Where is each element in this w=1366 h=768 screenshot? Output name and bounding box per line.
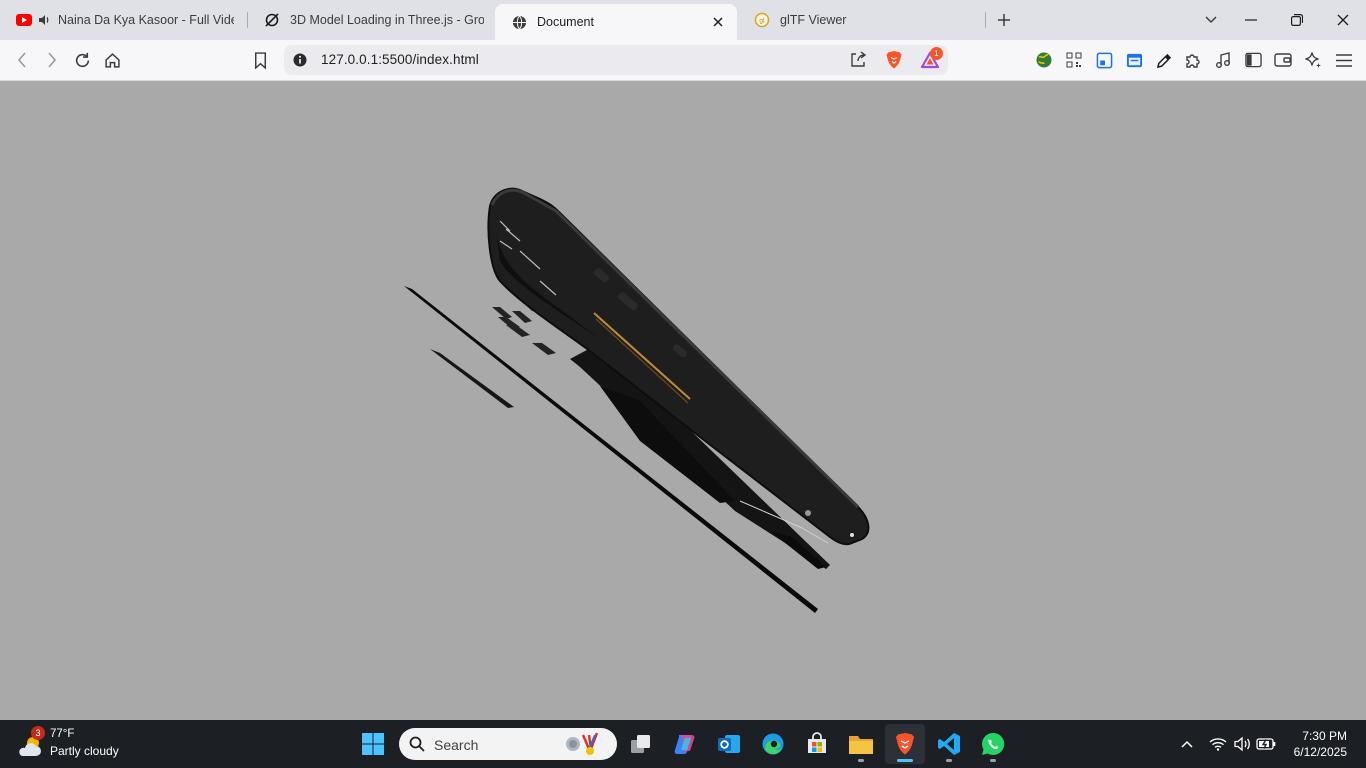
windows-taskbar: 3 77°F Partly cloudy Search 7:30 PM 6/12… — [0, 720, 1366, 768]
extension-window-icon[interactable] — [1120, 46, 1148, 74]
brave-icon — [896, 733, 914, 755]
grok-icon — [264, 12, 280, 28]
wallet-icon[interactable] — [1269, 46, 1297, 74]
tab-title: 3D Model Loading in Three.js - Grok — [290, 13, 484, 27]
back-button[interactable] — [8, 46, 36, 74]
whatsapp-button[interactable] — [973, 724, 1013, 764]
outlook-button[interactable] — [709, 724, 749, 764]
weather-temperature: 77°F — [50, 728, 75, 740]
weather-widget[interactable]: 3 77°F Partly cloudy — [14, 726, 144, 762]
edge-icon — [762, 733, 784, 755]
home-button[interactable] — [98, 46, 126, 74]
menu-hamburger-icon[interactable] — [1330, 46, 1358, 74]
vscode-icon — [938, 733, 960, 755]
active-indicator — [897, 759, 913, 762]
tab-title: Document — [537, 15, 594, 29]
volume-icon[interactable] — [1230, 732, 1254, 756]
tab-youtube[interactable]: Naina Da Kya Kasoor - Full Video — [0, 0, 246, 40]
task-view-icon — [631, 735, 650, 753]
close-tab-icon[interactable] — [709, 13, 727, 31]
qr-code-icon[interactable] — [1060, 46, 1088, 74]
youtube-icon — [16, 12, 32, 28]
weather-badge: 3 — [31, 726, 45, 740]
microsoft-store-icon — [808, 732, 826, 753]
show-hidden-icons-chevron-up-icon[interactable] — [1175, 732, 1199, 756]
site-info-icon[interactable] — [293, 53, 307, 70]
threejs-canvas[interactable] — [0, 81, 1366, 720]
brave-rewards-icon[interactable]: 1 — [920, 47, 943, 73]
rewards-badge: 1 — [930, 47, 943, 60]
eyedropper-icon[interactable] — [1150, 46, 1178, 74]
close-window-button[interactable] — [1320, 0, 1366, 40]
exploded-phone-model — [404, 187, 870, 613]
globe-icon — [511, 14, 527, 30]
microsoft-store-button[interactable] — [797, 724, 837, 764]
vscode-button[interactable] — [929, 724, 969, 764]
clock-date: 6/12/2025 — [1293, 745, 1347, 759]
tab-document[interactable]: Document — [495, 4, 737, 40]
brave-browser-button[interactable] — [885, 724, 925, 764]
minimize-button[interactable] — [1228, 0, 1274, 40]
gltf-icon: gl — [754, 12, 770, 28]
tab-grok[interactable]: 3D Model Loading in Three.js - Grok — [248, 0, 494, 40]
copilot-icon — [674, 735, 695, 754]
model-port — [805, 510, 811, 516]
address-bar[interactable]: 127.0.0.1:5500/index.html 1 — [284, 45, 948, 75]
windows-logo-icon — [362, 733, 384, 755]
search-highlight-icon — [563, 731, 615, 760]
speaker-icon[interactable] — [36, 12, 52, 28]
model-port — [850, 533, 854, 537]
model-thin-layer — [430, 349, 514, 408]
tab-gltf-viewer[interactable]: gl glTF Viewer — [738, 0, 984, 40]
wifi-icon[interactable] — [1206, 732, 1230, 756]
taskbar-search-box[interactable]: Search — [399, 728, 617, 760]
running-indicator — [990, 759, 996, 762]
whatsapp-icon — [982, 732, 1005, 755]
new-tab-button[interactable] — [981, 0, 1027, 40]
copilot-button[interactable] — [665, 724, 705, 764]
search-placeholder: Search — [434, 737, 479, 753]
task-view-button[interactable] — [621, 724, 661, 764]
url-text: 127.0.0.1:5500/index.html — [321, 52, 479, 67]
weather-condition: Partly cloudy — [50, 744, 119, 758]
clock-time: 7:30 PM — [1302, 729, 1347, 743]
battery-charging-icon[interactable] — [1254, 732, 1278, 756]
folder-icon — [849, 736, 873, 754]
tab-title: Naina Da Kya Kasoor - Full Video — [58, 13, 234, 27]
edge-button[interactable] — [753, 724, 793, 764]
reload-button[interactable] — [68, 46, 96, 74]
extension-layout-icon[interactable] — [1090, 46, 1118, 74]
leo-ai-sparkle-icon[interactable] — [1299, 46, 1327, 74]
forward-button[interactable] — [38, 46, 66, 74]
browser-toolbar: 127.0.0.1:5500/index.html 1 — [0, 40, 1366, 81]
search-icon — [409, 736, 425, 755]
file-explorer-button[interactable] — [841, 724, 881, 764]
running-indicator — [946, 759, 952, 762]
brave-shields-icon[interactable] — [885, 50, 903, 73]
extensions-puzzle-icon[interactable] — [1179, 46, 1207, 74]
restore-button[interactable] — [1274, 0, 1320, 40]
svg-text:gl: gl — [759, 18, 765, 25]
model-phone-case — [487, 187, 870, 546]
tab-strip: Naina Da Kya Kasoor - Full Video 3D Mode… — [0, 0, 1366, 40]
tab-title: glTF Viewer — [780, 13, 847, 27]
extension-globe-icon[interactable] — [1030, 46, 1058, 74]
sidebar-toggle-icon[interactable] — [1239, 46, 1267, 74]
running-indicator — [858, 759, 864, 762]
media-music-icon[interactable] — [1209, 46, 1237, 74]
share-icon[interactable] — [849, 51, 867, 72]
bookmark-icon[interactable] — [246, 46, 274, 74]
outlook-icon — [718, 735, 740, 753]
start-button[interactable] — [353, 724, 393, 764]
